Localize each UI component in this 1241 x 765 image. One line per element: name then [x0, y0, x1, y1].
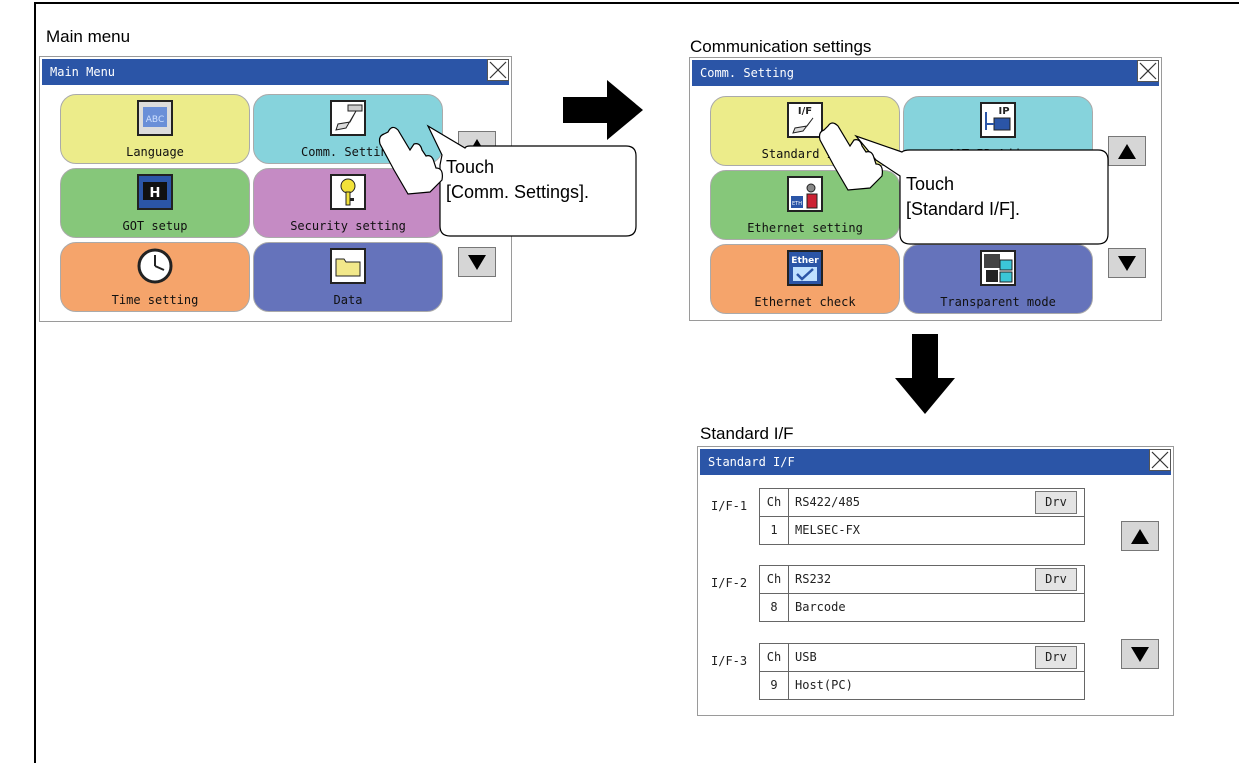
tile-language[interactable]: ABC Language	[60, 94, 250, 164]
tile-label: GOT setup	[122, 219, 188, 233]
driver-field[interactable]: MELSEC-FX	[788, 516, 1085, 545]
tile-label: Language	[126, 145, 184, 159]
close-button[interactable]	[487, 59, 509, 81]
close-button[interactable]	[1137, 60, 1159, 82]
arrow-down-icon	[468, 254, 486, 270]
comm-setting-titlebar: Comm. Setting	[692, 60, 1159, 86]
svg-text:ABC: ABC	[146, 115, 164, 125]
main-menu-caption: Main menu	[46, 27, 131, 46]
arrow-right-icon	[563, 80, 643, 140]
tile-time-setting[interactable]: Time setting	[60, 242, 250, 312]
transparent-mode-icon	[980, 250, 1016, 286]
close-icon	[1151, 451, 1169, 469]
hand-pointer-icon	[818, 122, 883, 191]
ch-number[interactable]: 1	[759, 516, 789, 545]
ethernet-check-icon: Ether	[787, 250, 823, 286]
callout-text-line2: [Comm. Settings].	[446, 182, 590, 202]
drv-button[interactable]: Drv	[1035, 491, 1077, 514]
standard-if-caption: Standard I/F	[700, 424, 794, 443]
comm-settings-caption: Communication settings	[690, 37, 872, 56]
driver-field[interactable]: Host(PC)	[788, 671, 1085, 700]
svg-text:I/F: I/F	[798, 106, 812, 117]
ch-header: Ch	[759, 565, 789, 594]
tile-label: Ethernet check	[754, 295, 856, 309]
svg-text:ETH: ETH	[792, 201, 802, 207]
main-menu-titlebar: Main Menu	[42, 59, 509, 85]
callout-text-line1: Touch	[906, 174, 955, 194]
ch-header: Ch	[759, 488, 789, 517]
scroll-up-button[interactable]	[1121, 521, 1159, 551]
tile-label: Data	[333, 293, 363, 307]
tile-label: Transparent mode	[940, 295, 1056, 309]
close-icon	[489, 61, 507, 79]
if-label: I/F-1	[711, 499, 748, 513]
key-icon	[330, 174, 366, 210]
close-button[interactable]	[1149, 449, 1171, 471]
svg-text:Ether: Ether	[791, 256, 819, 266]
tile-label: Time setting	[111, 293, 199, 307]
svg-text:IP: IP	[998, 106, 1009, 117]
arrow-down-big-icon	[895, 334, 955, 414]
arrow-up-icon	[1131, 528, 1149, 544]
callout-text-line2: [Standard I/F].	[906, 199, 1021, 219]
if-label: I/F-3	[711, 654, 748, 668]
ch-number[interactable]: 8	[759, 593, 789, 622]
close-icon	[1139, 62, 1157, 80]
comm-setting-icon	[330, 100, 366, 136]
ch-header: Ch	[759, 643, 789, 672]
clock-icon	[137, 248, 173, 284]
got-setup-icon: H	[137, 174, 173, 210]
svg-text:H: H	[150, 186, 161, 201]
callout-bubble	[818, 122, 1109, 245]
scroll-down-button[interactable]	[458, 247, 496, 277]
if-label: I/F-2	[711, 576, 748, 590]
standard-if-titlebar: Standard I/F	[700, 449, 1171, 475]
driver-field[interactable]: Barcode	[788, 593, 1085, 622]
drv-button[interactable]: Drv	[1035, 646, 1077, 669]
tile-got-setup[interactable]: H GOT setup	[60, 168, 250, 238]
standard-if-window: Standard I/F I/F-1 Ch RS422/485 Drv 1 ME…	[697, 446, 1174, 716]
arrow-down-icon	[1118, 255, 1136, 271]
folder-icon	[330, 248, 366, 284]
language-icon: ABC	[137, 100, 173, 136]
ch-number[interactable]: 9	[759, 671, 789, 700]
tile-data[interactable]: Data	[253, 242, 443, 312]
arrow-down-icon	[1131, 646, 1149, 662]
drv-button[interactable]: Drv	[1035, 568, 1077, 591]
callout-text-line1: Touch	[446, 157, 495, 177]
scroll-down-button[interactable]	[1121, 639, 1159, 669]
